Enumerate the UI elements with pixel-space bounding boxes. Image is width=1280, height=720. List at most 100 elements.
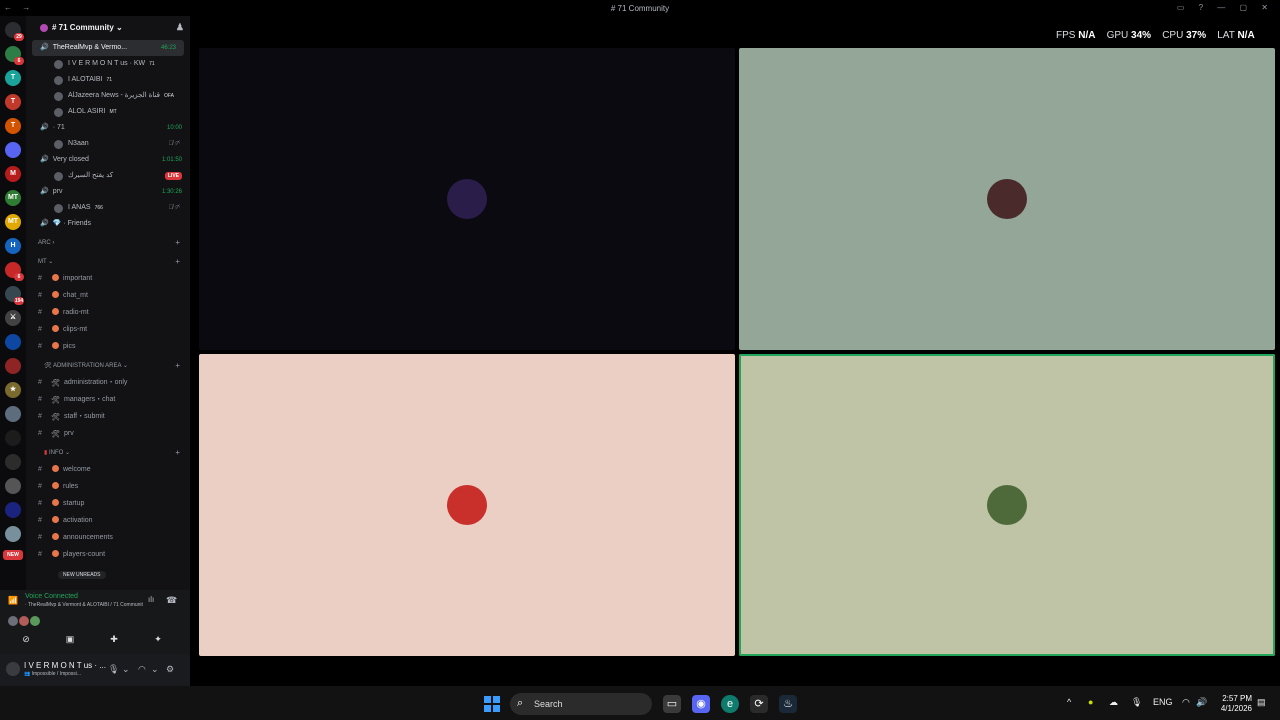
text-channel[interactable]: # pics <box>26 338 190 355</box>
server-icon[interactable]: T <box>5 70 21 86</box>
server-icon[interactable] <box>5 478 21 494</box>
discord-home-icon[interactable]: 29 <box>5 22 24 41</box>
voice-connected-panel: 📶 Voice Connected · TheRealMvp & Vermont… <box>0 590 190 654</box>
server-icon[interactable]: 6 <box>5 262 24 281</box>
avatar <box>30 616 40 626</box>
chevron-up-icon[interactable]: ^ <box>1067 697 1071 707</box>
text-channel[interactable]: # radio-mt <box>26 304 190 321</box>
taskbar-search[interactable]: ⌕ Search <box>510 693 652 715</box>
screen-share-icon[interactable]: ▣ <box>52 634 88 648</box>
voice-channel[interactable]: 🔊 prv 1:30:26 <box>26 184 190 200</box>
text-channel[interactable]: # 🛠 prv <box>26 425 190 442</box>
voice-channel-path[interactable]: · TheRealMvp & Vermont & ALOTAIBI / 71 C… <box>25 602 143 608</box>
voice-user[interactable]: I V E R M O N T us · KW 71 <box>26 56 190 72</box>
soundboard-icon[interactable]: ✦ <box>140 634 176 648</box>
server-icon[interactable]: ★ <box>5 382 21 398</box>
category-info[interactable]: ▮ INFO ⌄ + <box>26 442 190 461</box>
invite-people-icon[interactable]: ♟ <box>176 22 184 33</box>
voice-channel[interactable]: 🔊 Very closed 1:01:50 <box>26 152 190 168</box>
new-unreads-pill[interactable]: NEW UNREADS <box>58 571 106 579</box>
voice-channel[interactable]: 🔊 TheRealMvp & Vermo... 46:23 <box>32 40 184 56</box>
server-icon[interactable]: T <box>5 118 21 134</box>
server-icon[interactable]: 194 <box>5 286 24 305</box>
avatar[interactable] <box>6 662 20 676</box>
server-icon[interactable] <box>5 406 21 422</box>
server-icon[interactable]: 6 <box>5 46 24 65</box>
voice-timer: 1:01:50 <box>161 157 182 163</box>
voice-channel[interactable]: 🔊 · 71 10:00 <box>26 120 190 136</box>
text-channel[interactable]: # chat_mt <box>26 287 190 304</box>
volume-icon[interactable]: 🔊 <box>1196 697 1207 708</box>
chevron-down-icon[interactable]: ⌄ <box>151 664 159 675</box>
wifi-icon[interactable]: ◠ <box>1182 697 1190 708</box>
microphone-icon[interactable]: 🎙 <box>1131 697 1142 708</box>
text-channel[interactable]: # 🛠 administration・only <box>26 374 190 391</box>
steam-app-icon[interactable]: ♨ <box>779 695 797 713</box>
noise-suppression-icon[interactable]: ılı <box>148 595 154 604</box>
guild-header[interactable]: # 71 Community ⌄ ♟ <box>26 16 190 40</box>
text-channel[interactable]: # 🛠 staff・submit <box>26 408 190 425</box>
channel-name: staff・submit <box>64 413 105 420</box>
text-channel[interactable]: # important <box>26 270 190 287</box>
participant-tile[interactable] <box>199 48 735 350</box>
server-icon[interactable] <box>5 358 21 374</box>
server-icon[interactable]: MT <box>5 214 21 230</box>
server-icon[interactable]: MT <box>5 190 21 206</box>
server-icon[interactable]: H <box>5 238 21 254</box>
hash-icon: # <box>38 483 42 490</box>
window-controls[interactable]: ▭ ? — ▢ ✕ <box>1177 3 1274 12</box>
text-channel[interactable]: # activation <box>26 512 190 529</box>
headphones-icon[interactable]: ◠ <box>138 664 146 675</box>
activities-icon[interactable]: ✚ <box>96 634 132 648</box>
camera-off-icon[interactable]: ⊘ <box>8 634 44 648</box>
text-channel[interactable]: # rules <box>26 478 190 495</box>
username[interactable]: I V E R M O N T us · ... <box>24 661 106 670</box>
chevron-down-icon[interactable]: ⌄ <box>122 664 130 675</box>
tray-app-icon[interactable]: ● <box>1088 697 1093 707</box>
participant-tile[interactable] <box>199 354 735 656</box>
category-arc[interactable]: ARC › + <box>26 232 190 251</box>
server-icon[interactable] <box>5 526 21 542</box>
text-channel[interactable]: # startup <box>26 495 190 512</box>
signal-icon[interactable]: 📶 <box>8 596 18 605</box>
voice-user[interactable]: I ANAS 766 🎙̸ ◠̸ <box>26 200 190 216</box>
onedrive-icon[interactable]: ☁ <box>1109 697 1118 708</box>
server-icon[interactable] <box>5 502 21 518</box>
voice-user[interactable]: N3aan 🎙̸ ◠̸ <box>26 136 190 152</box>
voice-user[interactable]: AlJazeera News - قناة الجزيرة OFA <box>26 88 190 104</box>
voice-channel-name: prv <box>52 188 63 195</box>
server-icon[interactable] <box>5 334 21 350</box>
category-admin[interactable]: 🛠 Administration Area ⌄ + <box>26 355 190 374</box>
settings-gear-icon[interactable]: ⚙ <box>166 664 174 675</box>
server-icon[interactable] <box>5 454 21 470</box>
text-channel[interactable]: # 🛠 managers・chat <box>26 391 190 408</box>
voice-status[interactable]: Voice Connected <box>25 593 78 600</box>
speaker-icon: 🔊 <box>40 220 49 227</box>
category-mt[interactable]: MT ⌄ + <box>26 251 190 270</box>
server-icon[interactable] <box>5 430 21 446</box>
voice-user[interactable]: كد يفتح السيرك LIVE <box>26 168 190 184</box>
voice-user[interactable]: ALOL ASIRI MT <box>26 104 190 120</box>
voice-user[interactable]: I ALOTAIBI 71 <box>26 72 190 88</box>
edge-browser-icon[interactable]: e <box>721 695 739 713</box>
rockstar-app-icon[interactable]: ⟳ <box>750 695 768 713</box>
task-view-icon[interactable]: ▭ <box>663 695 681 713</box>
clock[interactable]: 2:57 PM 4/1/2026 <box>1214 694 1252 714</box>
text-channel[interactable]: # announcements <box>26 529 190 546</box>
notification-icon[interactable]: ▤ <box>1257 697 1266 708</box>
voice-channel[interactable]: 🔊 💎 · Friends <box>26 216 190 232</box>
server-icon[interactable]: M <box>5 166 21 182</box>
microphone-icon[interactable]: 🎙 <box>108 664 119 675</box>
participant-tile[interactable] <box>739 354 1275 656</box>
discord-app-icon[interactable]: ◉ <box>692 695 710 713</box>
disconnect-icon[interactable]: ☎ <box>166 595 177 606</box>
server-icon[interactable]: ⚔ <box>5 310 21 326</box>
participant-tile[interactable] <box>739 48 1275 350</box>
server-icon[interactable]: T <box>5 94 21 110</box>
server-icon[interactable] <box>5 142 21 158</box>
text-channel[interactable]: # welcome <box>26 461 190 478</box>
language-indicator[interactable]: ENG <box>1153 697 1173 707</box>
text-channel[interactable]: # players-count <box>26 546 190 563</box>
windows-start-icon[interactable] <box>484 696 500 712</box>
text-channel[interactable]: # clips-mt <box>26 321 190 338</box>
